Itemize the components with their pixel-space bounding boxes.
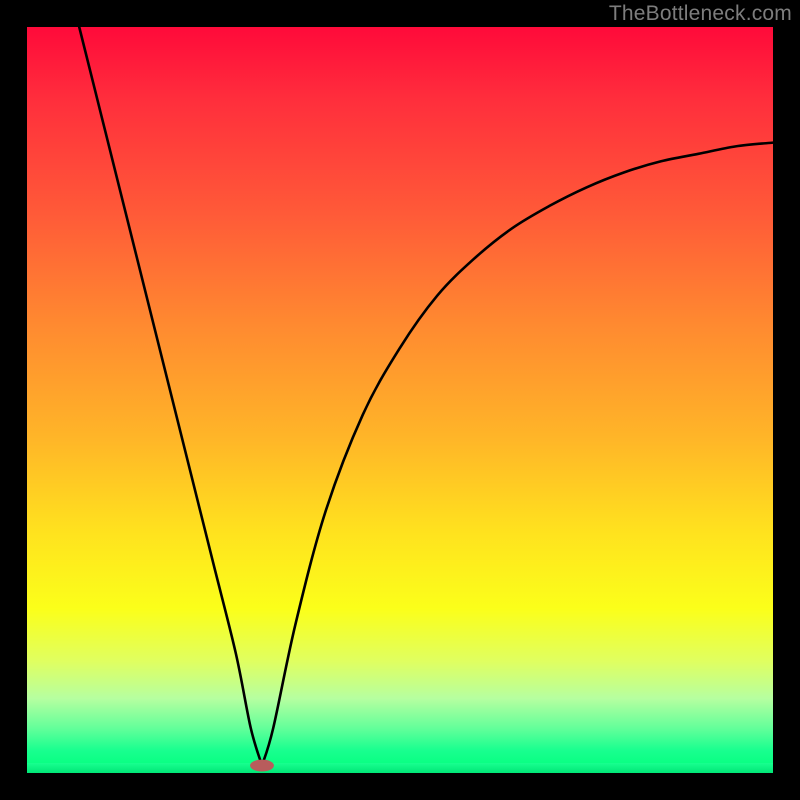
watermark-text: TheBottleneck.com — [609, 2, 792, 26]
minimum-marker — [250, 760, 274, 772]
curve-left-branch — [79, 27, 262, 766]
curve-right-branch — [262, 143, 773, 766]
bottleneck-curve — [27, 27, 773, 773]
chart-frame: TheBottleneck.com — [0, 0, 800, 800]
plot-area — [27, 27, 773, 773]
